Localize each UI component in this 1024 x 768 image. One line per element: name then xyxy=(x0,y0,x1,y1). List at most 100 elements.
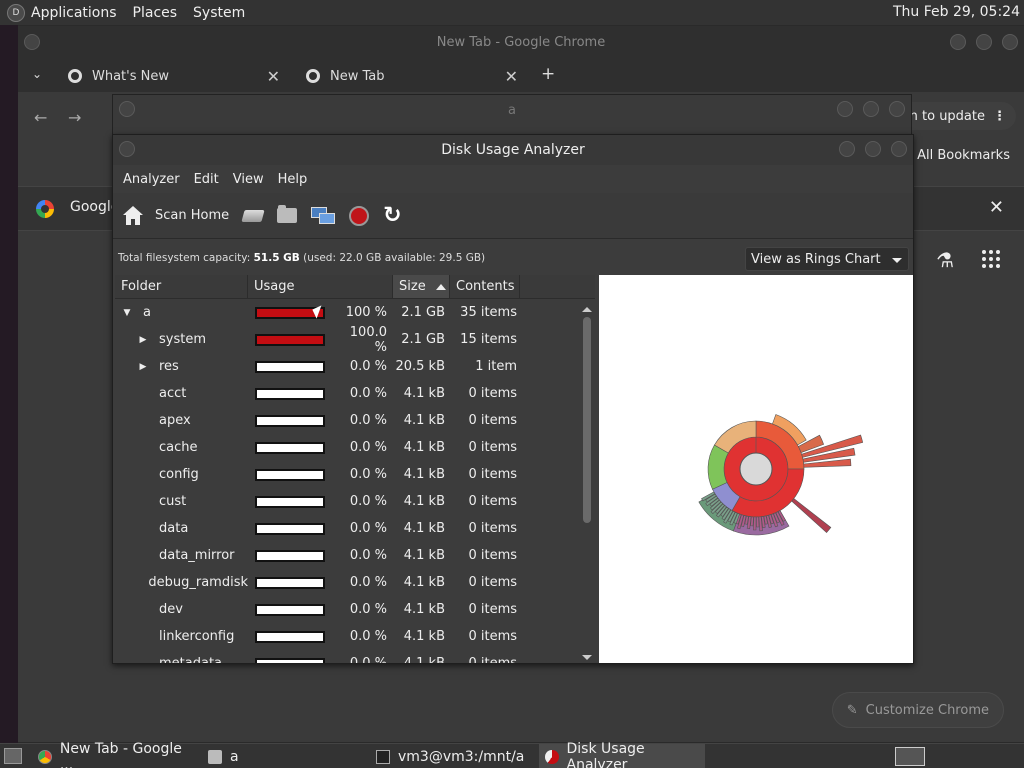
new-tab-button[interactable]: + xyxy=(541,64,555,84)
minimize-icon[interactable] xyxy=(950,34,966,50)
column-usage[interactable]: Usage xyxy=(248,275,393,298)
window-menu-icon[interactable] xyxy=(119,101,135,117)
maximize-icon[interactable] xyxy=(863,101,879,117)
table-row[interactable]: ▼ a 100 % 2.1 GB 35 items xyxy=(115,299,595,326)
ring-segment[interactable] xyxy=(756,516,760,528)
menu-view[interactable]: View xyxy=(233,172,264,187)
table-row[interactable]: apex 0.0 % 4.1 kB 0 items xyxy=(115,407,595,434)
folder-cell: ▶ res xyxy=(115,359,248,374)
table-row[interactable]: linkerconfig 0.0 % 4.1 kB 0 items xyxy=(115,623,595,650)
menu-system[interactable]: System xyxy=(193,5,245,21)
column-contents[interactable]: Contents xyxy=(450,275,520,298)
task-chrome[interactable]: New Tab - Google ... xyxy=(32,741,198,768)
clock[interactable]: Thu Feb 29, 05:24 xyxy=(893,4,1020,20)
scan-folder-button[interactable] xyxy=(277,201,298,231)
system-logo-icon[interactable]: D xyxy=(7,3,25,22)
folder-icon xyxy=(277,205,298,223)
tab-search-chevron-icon[interactable]: ⌄ xyxy=(32,67,42,81)
scroll-up-icon[interactable] xyxy=(582,307,592,312)
disk-usage-icon xyxy=(545,749,559,764)
table-header: Folder Usage Size Contents xyxy=(115,275,595,299)
infobar-close-icon[interactable]: ✕ xyxy=(989,197,1004,218)
chrome-titlebar[interactable]: New Tab - Google Chrome xyxy=(18,26,1024,58)
close-icon[interactable] xyxy=(889,101,905,117)
scan-filesystem-button[interactable] xyxy=(241,201,265,231)
folder-cell: debug_ramdisk xyxy=(115,575,248,590)
table-row[interactable]: data 0.0 % 4.1 kB 0 items xyxy=(115,515,595,542)
rings-chart-pane[interactable] xyxy=(599,275,913,664)
usage-percent: 0.0 % xyxy=(349,629,387,644)
menu-places[interactable]: Places xyxy=(133,5,178,21)
task-file-manager[interactable]: a xyxy=(202,744,362,768)
ring-center[interactable] xyxy=(739,452,773,486)
ring-segment[interactable] xyxy=(791,498,832,533)
size-value: 4.1 kB xyxy=(403,413,445,428)
size-value: 4.1 kB xyxy=(403,656,445,664)
close-icon[interactable] xyxy=(1002,34,1018,50)
minimize-icon[interactable] xyxy=(837,101,853,117)
show-desktop-icon[interactable] xyxy=(4,748,22,764)
vertical-scrollbar[interactable] xyxy=(581,299,593,663)
table-row[interactable]: data_mirror 0.0 % 4.1 kB 0 items xyxy=(115,542,595,569)
contents-value: 0 items xyxy=(468,467,517,482)
table-row[interactable]: ▶ res 0.0 % 20.5 kB 1 item xyxy=(115,353,595,380)
usage-bar xyxy=(255,360,325,373)
rings-chart[interactable] xyxy=(599,275,913,664)
table-row[interactable]: dev 0.0 % 4.1 kB 0 items xyxy=(115,596,595,623)
expander-icon[interactable]: ▶ xyxy=(137,362,149,372)
all-bookmarks[interactable]: All Bookmarks xyxy=(897,148,1010,163)
dua-titlebar[interactable]: Disk Usage Analyzer xyxy=(113,135,913,165)
tab-close-icon[interactable]: ✕ xyxy=(267,67,280,86)
minimize-icon[interactable] xyxy=(839,141,855,157)
table-row[interactable]: ▶ system 100.0 % 2.1 GB 15 items xyxy=(115,325,595,355)
size-value: 4.1 kB xyxy=(403,494,445,509)
table-row[interactable]: metadata 0.0 % 4.1 kB 0 items xyxy=(115,650,595,664)
capacity-total: 51.5 GB xyxy=(253,252,300,264)
drive-icon xyxy=(241,209,265,222)
table-row[interactable]: cust 0.0 % 4.1 kB 0 items xyxy=(115,488,595,515)
scrollbar-thumb[interactable] xyxy=(583,317,591,523)
expander-icon[interactable]: ▶ xyxy=(137,335,149,345)
table-row[interactable]: config 0.0 % 4.1 kB 0 items xyxy=(115,461,595,488)
table-row[interactable]: cache 0.0 % 4.1 kB 0 items xyxy=(115,434,595,461)
menu-applications[interactable]: Applications xyxy=(31,5,117,21)
chrome-window-menu-icon[interactable] xyxy=(24,34,40,50)
folder-name: cust xyxy=(159,494,187,509)
view-selector[interactable]: View as Rings Chart xyxy=(745,247,909,271)
close-icon[interactable] xyxy=(891,141,907,157)
labs-flask-icon[interactable]: ⚗ xyxy=(936,248,954,272)
task-disk-usage-analyzer[interactable]: Disk Usage Analyzer xyxy=(539,741,705,768)
file-manager-titlebar[interactable]: a xyxy=(113,95,911,125)
maximize-icon[interactable] xyxy=(865,141,881,157)
back-arrow-icon[interactable]: ← xyxy=(34,108,47,127)
column-size[interactable]: Size xyxy=(393,275,450,298)
scan-home-button[interactable]: Scan Home xyxy=(123,201,229,231)
more-menu-icon[interactable]: ⋮ xyxy=(993,109,1006,124)
window-menu-icon[interactable] xyxy=(119,141,135,157)
tab-new-tab[interactable]: New Tab ✕ xyxy=(298,60,528,92)
table-row[interactable]: acct 0.0 % 4.1 kB 0 items xyxy=(115,380,595,407)
forward-arrow-icon[interactable]: → xyxy=(68,108,81,127)
scan-remote-button[interactable] xyxy=(311,201,336,231)
contents-value: 15 items xyxy=(460,332,517,347)
expander-icon[interactable]: ▼ xyxy=(121,308,133,318)
folder-name: system xyxy=(159,332,206,347)
task-terminal[interactable]: vm3@vm3:/mnt/a xyxy=(370,744,536,768)
refresh-button[interactable]: ↻ xyxy=(383,201,403,231)
ring-segment[interactable] xyxy=(753,516,757,531)
customize-chrome-button[interactable]: ✎ Customize Chrome xyxy=(831,692,1004,728)
chrome-icon xyxy=(306,69,320,83)
workspace-switcher[interactable] xyxy=(895,747,925,766)
dua-menubar: Analyzer Edit View Help xyxy=(113,165,913,193)
table-row[interactable]: debug_ramdisk 0.0 % 4.1 kB 0 items xyxy=(115,569,595,596)
stop-button[interactable] xyxy=(349,201,370,231)
apps-grid-icon[interactable] xyxy=(982,250,1000,268)
maximize-icon[interactable] xyxy=(976,34,992,50)
menu-analyzer[interactable]: Analyzer xyxy=(123,172,180,187)
menu-help[interactable]: Help xyxy=(278,172,308,187)
scroll-down-icon[interactable] xyxy=(582,655,592,660)
menu-edit[interactable]: Edit xyxy=(194,172,219,187)
tab-close-icon[interactable]: ✕ xyxy=(505,67,518,86)
tab-whats-new[interactable]: What's New ✕ xyxy=(60,60,290,92)
column-folder[interactable]: Folder xyxy=(115,275,248,298)
